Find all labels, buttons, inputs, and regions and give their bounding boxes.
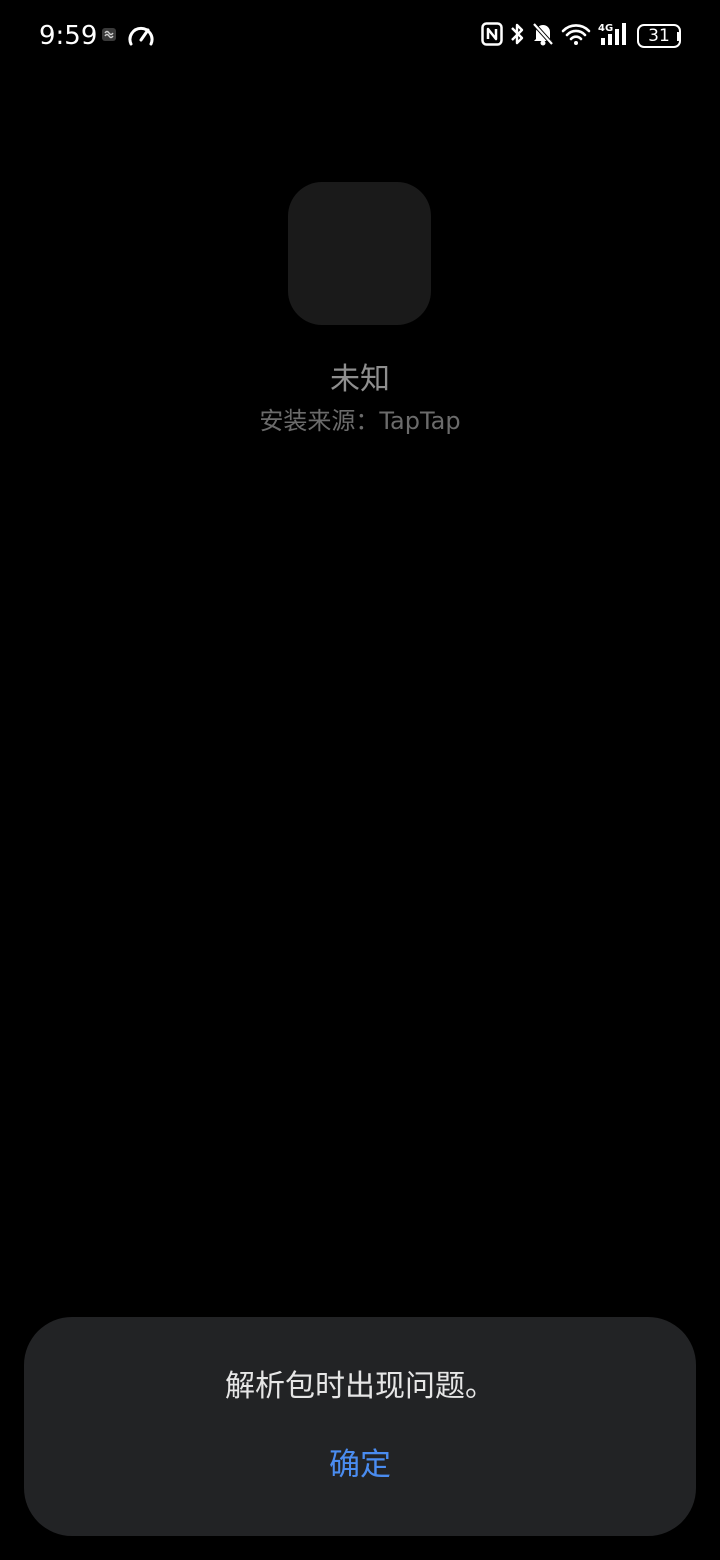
status-bar: 9:59 4G 31 <box>0 0 720 72</box>
install-source: 安装来源：TapTap <box>259 407 461 435</box>
app-icon-placeholder <box>288 182 431 325</box>
battery-icon: 31 <box>637 24 681 48</box>
app-name: 未知 <box>330 362 390 397</box>
bell-muted-icon <box>531 21 555 51</box>
wifi-icon <box>561 22 591 50</box>
ai-assistant-icon <box>101 22 117 52</box>
dialog-message: 解析包时出现问题。 <box>225 1369 495 1404</box>
status-time: 9:59 <box>39 21 98 51</box>
confirm-button[interactable]: 确定 <box>310 1439 410 1491</box>
cellular-signal-icon: 4G <box>597 21 631 51</box>
battery-level: 31 <box>637 24 681 48</box>
speedometer-icon <box>126 22 156 54</box>
nfc-icon <box>481 22 503 50</box>
network-type-label: 4G <box>598 23 613 34</box>
bluetooth-icon <box>509 21 525 51</box>
status-icons: 4G 31 <box>481 20 681 52</box>
error-dialog: 解析包时出现问题。 确定 <box>24 1317 696 1536</box>
